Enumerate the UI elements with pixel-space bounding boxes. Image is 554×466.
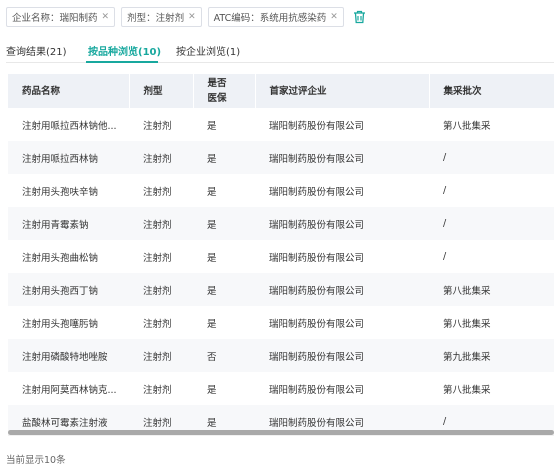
cell-dosage-form: 注射剂 (129, 405, 193, 430)
results-table: 药品名称 剂型 是否医保 首家过评企业 集采批次 注射用哌拉西林钠他... 注射… (8, 74, 554, 430)
cell-first-company: 瑞阳制药股份有限公司 (255, 141, 429, 174)
cell-drug-name: 注射用哌拉西林钠 (8, 141, 129, 174)
horizontal-scrollbar[interactable] (8, 430, 554, 436)
cell-insurance: 是 (193, 141, 255, 174)
cell-dosage-form: 注射剂 (143, 384, 172, 396)
cell-drug-name: 注射用头孢噻肟钠 (22, 318, 99, 330)
filter-chip-label: 企业名称：瑞阳制药 (12, 13, 98, 24)
filter-chip-dosage[interactable]: 剂型：注射剂 ✕ (121, 7, 202, 27)
table-row[interactable]: 注射用头孢曲松钠 注射剂 是 瑞阳制药股份有限公司 / (8, 240, 554, 273)
cell-drug-name: 注射用头孢呋辛钠 (22, 186, 99, 198)
cell-first-company: 瑞阳制药股份有限公司 (269, 318, 365, 330)
cell-dosage-form: 注射剂 (129, 141, 193, 174)
active-tab-indicator (86, 61, 158, 63)
cell-drug-name: 注射用头孢曲松钠 (22, 252, 99, 264)
close-icon[interactable]: ✕ (188, 12, 196, 22)
filter-chip-company[interactable]: 企业名称：瑞阳制药 ✕ (6, 7, 116, 27)
cell-insurance: 否 (193, 339, 255, 372)
cell-dosage-form: 注射剂 (143, 186, 172, 198)
table-row[interactable]: 盐酸林可霉素注射液 注射剂 是 瑞阳制药股份有限公司 / (8, 405, 554, 430)
cell-dosage-form: 注射剂 (143, 120, 172, 132)
cell-drug-name: 注射用哌拉西林钠他... (22, 120, 117, 132)
cell-first-company: 瑞阳制药股份有限公司 (269, 252, 365, 264)
result-count-footer: 当前显示10条 (6, 455, 66, 466)
table-row[interactable]: 注射用哌拉西林钠他... 注射剂 是 瑞阳制药股份有限公司 第八批集采 (8, 108, 554, 141)
cell-insurance: 是 (207, 318, 217, 330)
cell-procurement-batch: 第八批集采 (443, 318, 491, 330)
tab-bar: 查询结果(21) 按品种浏览(10) 按企业浏览(1) (6, 38, 554, 63)
cell-dosage-form: 注射剂 (129, 273, 193, 306)
table-header-row: 药品名称 剂型 是否医保 首家过评企业 集采批次 (8, 74, 554, 108)
cell-insurance: 是 (207, 120, 217, 132)
cell-first-company: 瑞阳制药股份有限公司 (255, 339, 429, 372)
cell-procurement-batch: 第八批集采 (443, 120, 491, 132)
table-row[interactable]: 注射用哌拉西林钠 注射剂 是 瑞阳制药股份有限公司 / (8, 141, 554, 174)
close-icon[interactable]: ✕ (102, 12, 110, 22)
cell-procurement-batch: / (429, 207, 554, 240)
cell-procurement-batch: / (429, 405, 554, 430)
cell-dosage-form: 注射剂 (143, 318, 172, 330)
tab-by-variety[interactable]: 按品种浏览(10) (88, 43, 161, 58)
cell-procurement-batch: 第八批集采 (429, 273, 554, 306)
column-header-dosage-form[interactable]: 剂型 (129, 74, 194, 108)
table-row[interactable]: 注射用头孢呋辛钠 注射剂 是 瑞阳制药股份有限公司 / (8, 174, 554, 207)
table-row[interactable]: 注射用阿莫西林钠克... 注射剂 是 瑞阳制药股份有限公司 第八批集采 (8, 372, 554, 405)
table-row[interactable]: 注射用磷酸特地唑胺 注射剂 否 瑞阳制药股份有限公司 第九批集采 (8, 339, 554, 372)
cell-drug-name: 注射用磷酸特地唑胺 (8, 339, 129, 372)
cell-insurance: 是 (207, 384, 217, 396)
cell-dosage-form: 注射剂 (129, 207, 193, 240)
cell-insurance: 是 (193, 405, 255, 430)
cell-drug-name: 盐酸林可霉素注射液 (8, 405, 129, 430)
filter-chip-label: ATC编码：系统用抗感染药 (213, 13, 327, 24)
cell-procurement-batch: / (443, 251, 447, 262)
tab-by-company[interactable]: 按企业浏览(1) (176, 43, 240, 58)
results-table-container: 药品名称 剂型 是否医保 首家过评企业 集采批次 注射用哌拉西林钠他... 注射… (8, 74, 554, 430)
cell-insurance: 是 (193, 273, 255, 306)
tab-query-results[interactable]: 查询结果(21) (6, 43, 67, 58)
column-header-drug-name[interactable]: 药品名称 (8, 74, 130, 108)
cell-first-company: 瑞阳制药股份有限公司 (269, 186, 365, 198)
cell-first-company: 瑞阳制药股份有限公司 (255, 405, 429, 430)
trash-icon[interactable] (352, 9, 368, 25)
column-header-procurement-batch[interactable]: 集采批次 (429, 74, 554, 108)
table-row[interactable]: 注射用头孢噻肟钠 注射剂 是 瑞阳制药股份有限公司 第八批集采 (8, 306, 554, 339)
table-row[interactable]: 注射用青霉素钠 注射剂 是 瑞阳制药股份有限公司 / (8, 207, 554, 240)
cell-insurance: 是 (193, 207, 255, 240)
close-icon[interactable]: ✕ (330, 12, 338, 22)
column-header-insurance[interactable]: 是否医保 (193, 74, 256, 108)
scrollbar-thumb[interactable] (8, 430, 554, 435)
filter-chip-atc[interactable]: ATC编码：系统用抗感染药 ✕ (207, 7, 344, 27)
cell-procurement-batch: / (443, 185, 447, 196)
filter-bar: 企业名称：瑞阳制药 ✕ 剂型：注射剂 ✕ ATC编码：系统用抗感染药 ✕ (6, 7, 368, 27)
cell-drug-name: 注射用头孢西丁钠 (8, 273, 129, 306)
table-row[interactable]: 注射用头孢西丁钠 注射剂 是 瑞阳制药股份有限公司 第八批集采 (8, 273, 554, 306)
cell-first-company: 瑞阳制药股份有限公司 (255, 207, 429, 240)
cell-insurance: 是 (207, 252, 217, 264)
cell-first-company: 瑞阳制药股份有限公司 (255, 273, 429, 306)
cell-drug-name: 注射用青霉素钠 (8, 207, 129, 240)
cell-procurement-batch: 第八批集采 (443, 384, 491, 396)
cell-dosage-form: 注射剂 (129, 339, 193, 372)
column-header-first-company[interactable]: 首家过评企业 (255, 74, 430, 108)
cell-procurement-batch: 第九批集采 (429, 339, 554, 372)
cell-drug-name: 注射用阿莫西林钠克... (22, 384, 117, 396)
cell-first-company: 瑞阳制药股份有限公司 (269, 120, 365, 132)
cell-insurance: 是 (207, 186, 217, 198)
filter-chip-label: 剂型：注射剂 (127, 13, 185, 24)
cell-procurement-batch: / (429, 141, 554, 174)
cell-dosage-form: 注射剂 (143, 252, 172, 264)
cell-first-company: 瑞阳制药股份有限公司 (269, 384, 365, 396)
